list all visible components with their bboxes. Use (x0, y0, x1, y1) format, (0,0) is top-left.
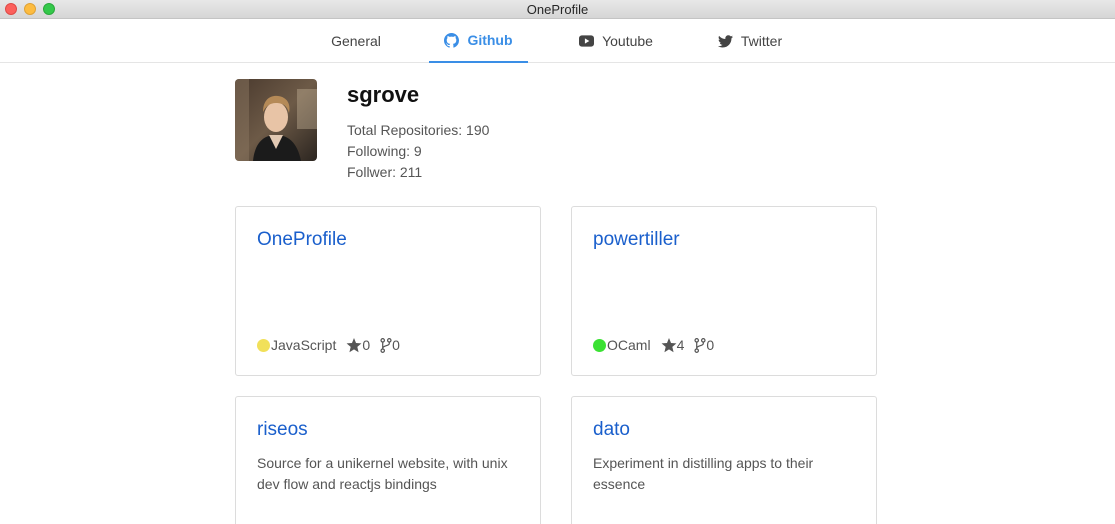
youtube-icon (579, 35, 595, 47)
language-label: JavaScript (271, 337, 337, 353)
repo-name-link[interactable]: OneProfile (257, 229, 347, 251)
fork-count: 0 (392, 337, 400, 353)
repo-meta: OCaml 4 0 (593, 337, 724, 353)
repo-card: OneProfile JavaScript 0 0 (235, 206, 541, 376)
repo-description: Source for a unikernel website, with uni… (257, 455, 508, 492)
language-label: OCaml (607, 337, 651, 353)
tab-github[interactable]: Github (429, 19, 528, 63)
followers-count: Follwer: 211 (347, 164, 423, 180)
star-icon (346, 337, 362, 353)
repo-card: riseos Source for a unikernel website, w… (235, 396, 541, 524)
tab-label: Twitter (740, 33, 783, 49)
language-color-dot (257, 338, 270, 352)
star-icon (661, 337, 677, 353)
window-title: OneProfile (526, 2, 589, 17)
repo-stars: 0 (346, 337, 370, 353)
tab-twitter[interactable]: Twitter (705, 19, 795, 63)
repo-forks: 0 (380, 337, 400, 353)
window-titlebar: OneProfile (0, 0, 1115, 19)
twitter-icon (717, 34, 733, 48)
repo-name-link[interactable]: riseos (257, 419, 308, 441)
repo-forks: 0 (694, 337, 714, 353)
following-count: Following: 9 (347, 143, 422, 159)
repo-name-link[interactable]: dato (593, 419, 630, 441)
repo-card: dato Experiment in distilling apps to th… (571, 396, 877, 524)
repo-name-link[interactable]: powertiller (593, 229, 680, 251)
tab-bar: General Github Youtube Twitter (0, 19, 1115, 63)
tab-label: General (331, 33, 381, 49)
language-color-dot (593, 338, 606, 352)
repo-card: powertiller OCaml 4 0 (571, 206, 877, 376)
tab-label: Youtube (602, 33, 653, 49)
repo-language: JavaScript (257, 337, 336, 353)
repo-description: Experiment in distilling apps to their e… (593, 455, 814, 492)
fork-icon (694, 337, 706, 353)
tab-label: Github (467, 32, 513, 48)
total-repositories: Total Repositories: 190 (347, 122, 490, 138)
avatar (235, 79, 317, 161)
repo-meta: JavaScript 0 0 (257, 337, 410, 353)
star-count: 0 (362, 337, 371, 353)
profile-username: sgrove (347, 82, 420, 107)
tab-youtube[interactable]: Youtube (566, 19, 666, 63)
fork-icon (380, 337, 392, 353)
fork-count: 0 (706, 337, 715, 353)
repo-stars: 4 (661, 337, 685, 353)
tab-general[interactable]: General (320, 19, 392, 63)
repo-language: OCaml (593, 337, 651, 353)
star-count: 4 (676, 337, 685, 353)
github-icon (444, 32, 460, 48)
